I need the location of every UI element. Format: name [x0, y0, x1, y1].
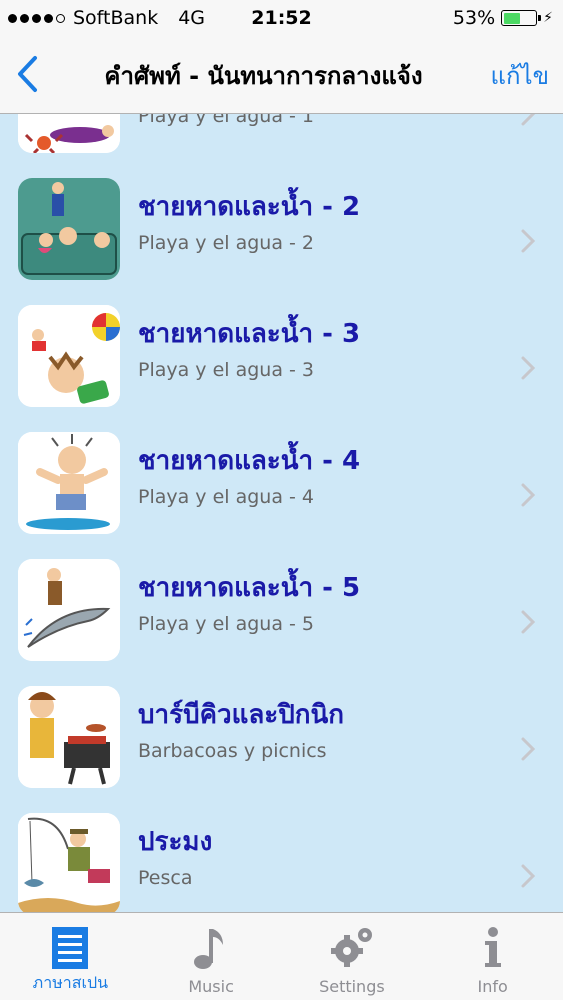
list-item[interactable]: ชายหาดและน้ำ - 5 Playa y el agua - 5 [0, 533, 563, 661]
tab-music[interactable]: Music [141, 913, 282, 1000]
edit-button[interactable]: แก้ไข [491, 36, 549, 114]
topic-list[interactable]: Playa y el agua - 1 ชายหาดและน้ำ - 2 Pla… [0, 114, 563, 912]
signal-strength-icon [8, 13, 65, 23]
item-title: ชายหาดและน้ำ - 4 [138, 446, 361, 476]
carrier-name: SoftBank [73, 7, 159, 29]
info-icon [484, 927, 501, 967]
tab-spanish[interactable]: ภาษาสเปน [0, 913, 141, 1000]
chevron-right-icon [521, 229, 536, 253]
gear-icon [330, 928, 372, 967]
chevron-right-icon [521, 864, 536, 888]
item-subtitle: Playa y el agua - 3 [138, 359, 315, 381]
dolphin-illustration [18, 559, 120, 661]
fishing-illustration [18, 813, 120, 912]
list-icon [52, 927, 89, 969]
beach-ball-illustration [18, 305, 120, 407]
list-item[interactable]: ประมง Pesca [0, 787, 563, 912]
chevron-right-icon [521, 737, 536, 761]
battery-percent: 53% [452, 7, 496, 29]
item-subtitle: Pesca [138, 867, 193, 889]
chevron-right-icon [521, 483, 536, 507]
battery-indicator: 53% ⚡ [453, 0, 553, 36]
chevron-left-icon [18, 56, 37, 92]
tab-label: Info [477, 977, 508, 996]
surfer-illustration [18, 432, 120, 534]
item-title: ชายหาดและน้ำ - 3 [138, 319, 361, 349]
list-item[interactable]: ชายหาดและน้ำ - 3 Playa y el agua - 3 [0, 279, 563, 407]
list-item[interactable]: Playa y el agua - 1 [0, 114, 563, 153]
tab-label: ภาษาสเปน [32, 973, 109, 992]
beach-illustration [18, 114, 120, 153]
charging-icon: ⚡ [543, 10, 553, 26]
item-title: ชายหาดและน้ำ - 2 [138, 192, 361, 222]
back-button[interactable] [10, 54, 44, 94]
network-type: 4G [178, 7, 206, 29]
item-title: ชายหาดและน้ำ - 5 [138, 573, 361, 603]
beach-pool-illustration [18, 178, 120, 280]
item-subtitle: Playa y el agua - 1 [138, 114, 315, 127]
item-subtitle: Playa y el agua - 2 [138, 232, 315, 254]
item-subtitle: Playa y el agua - 5 [138, 613, 315, 635]
tab-label: Music [188, 977, 234, 996]
battery-icon [501, 10, 542, 26]
item-subtitle: Barbacoas y picnics [138, 740, 327, 762]
tab-bar: ภาษาสเปน Music Settings Info [0, 912, 563, 1000]
navigation-bar: คำศัพท์ - นันทนาการกลางแจ้ง แก้ไข [0, 36, 563, 114]
item-title: บาร์บีคิวและปิกนิก [138, 700, 344, 730]
item-subtitle: Playa y el agua - 4 [138, 486, 315, 508]
status-bar: SoftBank 4G 21:52 53% ⚡ [0, 0, 563, 36]
list-item[interactable]: ชายหาดและน้ำ - 2 Playa y el agua - 2 [0, 152, 563, 280]
list-item[interactable]: บาร์บีคิวและปิกนิก Barbacoas y picnics [0, 660, 563, 788]
tab-label: Settings [319, 977, 385, 996]
list-item[interactable]: ชายหาดและน้ำ - 4 Playa y el agua - 4 [0, 406, 563, 534]
item-title: ประมง [138, 827, 213, 857]
barbecue-illustration [18, 686, 120, 788]
tab-settings[interactable]: Settings [282, 913, 423, 1000]
tab-info[interactable]: Info [422, 913, 563, 1000]
page-title: คำศัพท์ - นันทนาการกลางแจ้ง [104, 61, 423, 90]
chevron-right-icon [521, 114, 536, 126]
chevron-right-icon [521, 356, 536, 380]
music-note-icon [194, 929, 224, 969]
chevron-right-icon [521, 610, 536, 634]
